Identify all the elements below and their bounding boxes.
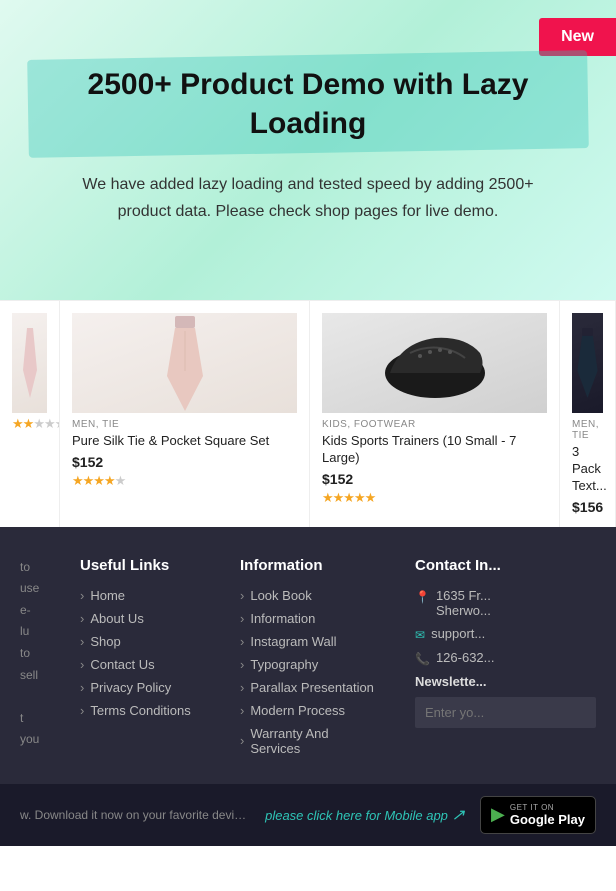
footer-link-home[interactable]: Home bbox=[80, 588, 200, 603]
hero-section: New 2500+ Product Demo with Lazy Loading… bbox=[0, 0, 616, 300]
product-price: $156 bbox=[572, 499, 603, 515]
footer-link-shop[interactable]: Shop bbox=[80, 634, 200, 649]
product-image-shoe bbox=[322, 313, 547, 413]
products-section: ★★★★★ MEN, TIE Pure Silk Tie & Pocket Sq… bbox=[0, 300, 616, 527]
product-stars: ★★★★★ bbox=[322, 490, 547, 506]
contact-email: ✉ support... bbox=[415, 626, 596, 642]
footer-contact: Contact In... 📍 1635 Fr...Sherwo... ✉ su… bbox=[395, 557, 616, 764]
product-card-tie[interactable]: MEN, TIE Pure Silk Tie & Pocket Square S… bbox=[60, 301, 310, 527]
information-title: Information bbox=[240, 557, 375, 574]
product-image bbox=[12, 313, 47, 413]
product-meta: KIDS, FOOTWEAR bbox=[322, 419, 547, 430]
hero-title: 2500+ Product Demo with Lazy Loading bbox=[48, 65, 568, 143]
footer-information: Information Look Book Information Instag… bbox=[220, 557, 395, 764]
product-image-tie bbox=[72, 313, 297, 413]
newsletter-title: Newslette... bbox=[415, 674, 596, 689]
mobile-cta-text: please click here for Mobile app bbox=[265, 808, 448, 823]
location-icon: 📍 bbox=[415, 590, 430, 604]
product-stars: ★★★★★ bbox=[12, 416, 47, 432]
newsletter-input[interactable] bbox=[415, 697, 596, 728]
contact-phone: 📞 126-632... bbox=[415, 650, 596, 666]
footer-link-warranty[interactable]: Warranty And Services bbox=[240, 726, 375, 756]
product-card-shoe[interactable]: KIDS, FOOTWEAR Kids Sports Trainers (10 … bbox=[310, 301, 560, 527]
product-name: 3 Pack Text... bbox=[572, 444, 603, 495]
product-meta: MEN, TIE bbox=[72, 419, 297, 430]
product-image-dark bbox=[572, 313, 603, 413]
product-price: $152 bbox=[72, 454, 297, 470]
footer-link-lookbook[interactable]: Look Book bbox=[240, 588, 375, 603]
bottom-bar: w. Download it now on your favorite devi… bbox=[0, 784, 616, 846]
contact-title: Contact In... bbox=[415, 557, 596, 574]
phone-icon: 📞 bbox=[415, 652, 430, 666]
product-card-partial: ★★★★★ bbox=[0, 301, 60, 527]
footer-useful-links: Useful Links Home About Us Shop Contact … bbox=[60, 557, 220, 764]
contact-phone-text: 126-632... bbox=[436, 650, 495, 665]
footer-col-partial: to use e-lu to sellt you bbox=[0, 557, 60, 764]
footer-link-about[interactable]: About Us bbox=[80, 611, 200, 626]
footer-partial-text: to use e-lu to sellt you bbox=[20, 557, 40, 751]
hero-subtitle: We have added lazy loading and tested sp… bbox=[68, 171, 548, 225]
product-meta: MEN, TIE bbox=[572, 419, 603, 441]
footer-link-typography[interactable]: Typography bbox=[240, 657, 375, 672]
email-icon: ✉ bbox=[415, 628, 425, 642]
google-play-get-it: GET IT ON bbox=[510, 803, 585, 812]
hero-highlight: 2500+ Product Demo with Lazy Loading bbox=[48, 65, 568, 143]
product-stars: ★★★★★ bbox=[72, 473, 297, 489]
google-play-icon: ▶ bbox=[491, 804, 505, 825]
contact-email-text: support... bbox=[431, 626, 485, 641]
mobile-cta[interactable]: please click here for Mobile app ↗ bbox=[250, 805, 480, 825]
footer-link-modern[interactable]: Modern Process bbox=[240, 703, 375, 718]
footer-link-information[interactable]: Information bbox=[240, 611, 375, 626]
footer-section: to use e-lu to sellt you Useful Links Ho… bbox=[0, 527, 616, 784]
product-name: Pure Silk Tie & Pocket Square Set bbox=[72, 433, 297, 450]
google-play-badge[interactable]: ▶ GET IT ON Google Play bbox=[480, 796, 596, 834]
product-price: $152 bbox=[322, 471, 547, 487]
footer-link-privacy[interactable]: Privacy Policy bbox=[80, 680, 200, 695]
product-card-partial-right: MEN, TIE 3 Pack Text... $156 bbox=[560, 301, 616, 527]
product-name: Kids Sports Trainers (10 Small - 7 Large… bbox=[322, 433, 547, 467]
contact-address: 📍 1635 Fr...Sherwo... bbox=[415, 588, 596, 618]
footer-link-instagram[interactable]: Instagram Wall bbox=[240, 634, 375, 649]
google-play-store: Google Play bbox=[510, 812, 585, 827]
footer-link-contact[interactable]: Contact Us bbox=[80, 657, 200, 672]
useful-links-title: Useful Links bbox=[80, 557, 200, 574]
contact-address-text: 1635 Fr...Sherwo... bbox=[436, 588, 491, 618]
footer-link-terms[interactable]: Terms Conditions bbox=[80, 703, 200, 718]
footer-link-parallax[interactable]: Parallax Presentation bbox=[240, 680, 375, 695]
bottom-left-text: w. Download it now on your favorite devi… bbox=[20, 808, 250, 822]
arrow-icon: ↗ bbox=[452, 807, 465, 824]
